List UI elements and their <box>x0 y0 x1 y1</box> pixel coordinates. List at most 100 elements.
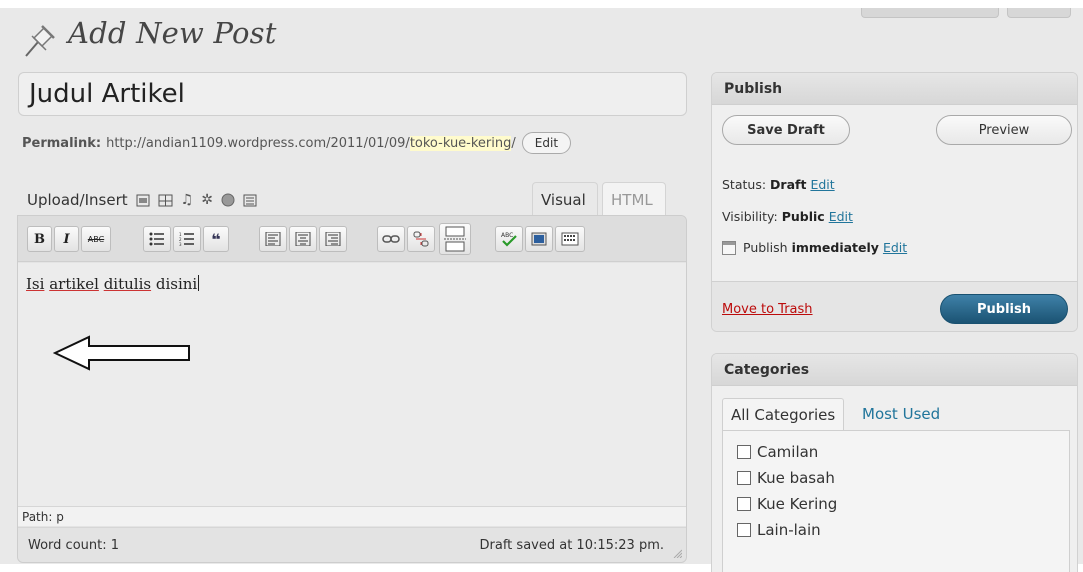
tab-all-categories[interactable]: All Categories <box>722 398 845 430</box>
permalink-suffix: / <box>511 135 516 151</box>
word-count: Word count: 1 <box>28 538 120 553</box>
category-item: Kue Kering <box>723 491 1069 517</box>
poll-icon[interactable] <box>243 194 257 207</box>
visibility-label: Visibility: <box>722 209 778 224</box>
calendar-icon <box>722 240 736 255</box>
spellcheck-icon: ABC <box>501 232 517 247</box>
more-tag-icon <box>444 226 466 252</box>
visibility-value: Public <box>781 209 825 224</box>
post-editor: B I ABC 123 ❝ ABC Isi artikel ditulis di… <box>17 215 687 563</box>
align-left-button[interactable] <box>259 226 287 252</box>
visibility-row: Visibility: Public Edit <box>722 209 853 224</box>
categories-box-header[interactable]: Categories <box>712 354 1077 386</box>
blockquote-icon: ❝ <box>211 229 221 249</box>
status-value: Draft <box>770 177 807 192</box>
tab-visual[interactable]: Visual <box>532 182 598 216</box>
align-center-button[interactable] <box>289 226 317 252</box>
video-icon[interactable] <box>221 193 235 207</box>
category-label: Kue basah <box>757 469 835 487</box>
bold-icon: B <box>34 231 45 247</box>
wp-admin-page: Add New Post Judul Artikel Permalink: ht… <box>0 8 1083 572</box>
content-word: ditulis <box>103 275 152 293</box>
bold-button[interactable]: B <box>27 226 52 252</box>
status-edit-link[interactable]: Edit <box>810 177 834 192</box>
category-checkbox[interactable] <box>737 445 751 459</box>
editor-status-bar: Word count: 1 Draft saved at 10:15:23 pm… <box>18 527 686 562</box>
schedule-edit-link[interactable]: Edit <box>883 240 907 255</box>
image-icon[interactable] <box>136 194 150 207</box>
align-left-icon <box>265 232 281 246</box>
svg-text:ABC: ABC <box>501 232 513 239</box>
screen-options-tab[interactable] <box>861 8 999 18</box>
schedule-value: immediately <box>791 240 879 255</box>
spellcheck-button[interactable]: ABC <box>495 226 523 252</box>
category-checkbox[interactable] <box>737 471 751 485</box>
tab-most-used[interactable]: Most Used <box>862 398 940 430</box>
svg-text:3: 3 <box>179 242 182 246</box>
category-checkbox[interactable] <box>737 497 751 511</box>
unlink-button[interactable] <box>407 226 435 252</box>
category-checkbox[interactable] <box>737 523 751 537</box>
upload-insert-bar: Upload/Insert ♫ ✲ <box>27 191 257 209</box>
schedule-row: Publish immediately Edit <box>722 240 907 255</box>
help-tab[interactable] <box>1007 8 1071 18</box>
preview-button[interactable]: Preview <box>936 115 1072 145</box>
numbered-list-button[interactable]: 123 <box>173 226 201 252</box>
text-cursor <box>198 275 200 291</box>
fullscreen-icon <box>531 232 547 246</box>
strikethrough-button[interactable]: ABC <box>81 226 111 252</box>
content-word: disini <box>155 275 198 293</box>
publish-box-header[interactable]: Publish <box>712 73 1077 105</box>
category-list: Camilan Kue basah Kue Kering Lain-lain <box>722 430 1070 572</box>
publish-button[interactable]: Publish <box>940 294 1068 324</box>
align-right-icon <box>325 232 341 246</box>
align-center-icon <box>295 232 311 246</box>
kitchen-sink-icon <box>561 232 579 246</box>
permalink-slug[interactable]: toko-kue-kering <box>409 135 512 151</box>
draft-saved-status: Draft saved at 10:15:23 pm. <box>479 538 664 553</box>
permalink-edit-button[interactable]: Edit <box>521 132 572 154</box>
bullet-list-button[interactable] <box>143 226 171 252</box>
content-word: Isi <box>26 275 45 293</box>
blockquote-button[interactable]: ❝ <box>203 226 229 252</box>
editor-content-area[interactable]: Isi artikel ditulis disini <box>18 263 686 506</box>
permalink-base-url: http://andian1109.wordpress.com/2011/01/… <box>106 135 410 151</box>
status-row: Status: Draft Edit <box>722 177 835 192</box>
category-item: Kue basah <box>723 465 1069 491</box>
insert-link-button[interactable] <box>377 226 405 252</box>
move-to-trash-link[interactable]: Move to Trash <box>722 302 813 317</box>
gallery-icon[interactable] <box>158 194 173 207</box>
publish-actions: Move to Trash Publish <box>712 281 1077 331</box>
strikethrough-icon: ABC <box>87 234 105 244</box>
status-label: Status: <box>722 177 767 192</box>
category-item: Camilan <box>723 439 1069 465</box>
category-label: Camilan <box>757 443 819 461</box>
post-content[interactable]: Isi artikel ditulis disini <box>26 275 200 293</box>
tab-html[interactable]: HTML <box>602 182 666 216</box>
schedule-label: Publish <box>743 240 788 255</box>
italic-icon: I <box>63 231 70 247</box>
bullet-list-icon <box>149 232 164 246</box>
resize-handle-icon[interactable] <box>672 548 682 558</box>
media-icon[interactable]: ✲ <box>201 192 213 208</box>
pushpin-icon <box>25 25 55 57</box>
editor-toolbar: B I ABC 123 ❝ ABC <box>18 216 686 262</box>
editor-path-bar: Path: p <box>18 506 686 526</box>
post-title-input[interactable]: Judul Artikel <box>18 72 687 116</box>
page-title: Add New Post <box>68 16 277 50</box>
visibility-edit-link[interactable]: Edit <box>829 209 853 224</box>
align-right-button[interactable] <box>319 226 347 252</box>
kitchen-sink-button[interactable] <box>555 226 585 252</box>
italic-button[interactable]: I <box>54 226 79 252</box>
insert-more-tag-button[interactable] <box>439 223 471 255</box>
link-icon <box>382 235 400 243</box>
fullscreen-button[interactable] <box>525 226 553 252</box>
upload-insert-label: Upload/Insert <box>27 191 128 209</box>
save-draft-button[interactable]: Save Draft <box>722 115 850 145</box>
category-item: Lain-lain <box>723 517 1069 543</box>
publish-box: Publish Save Draft Preview Status: Draft… <box>711 72 1078 332</box>
screen-options-bar <box>861 8 1071 18</box>
permalink-label: Permalink: <box>22 135 102 151</box>
content-word: artikel <box>49 275 99 293</box>
audio-icon[interactable]: ♫ <box>181 192 194 208</box>
